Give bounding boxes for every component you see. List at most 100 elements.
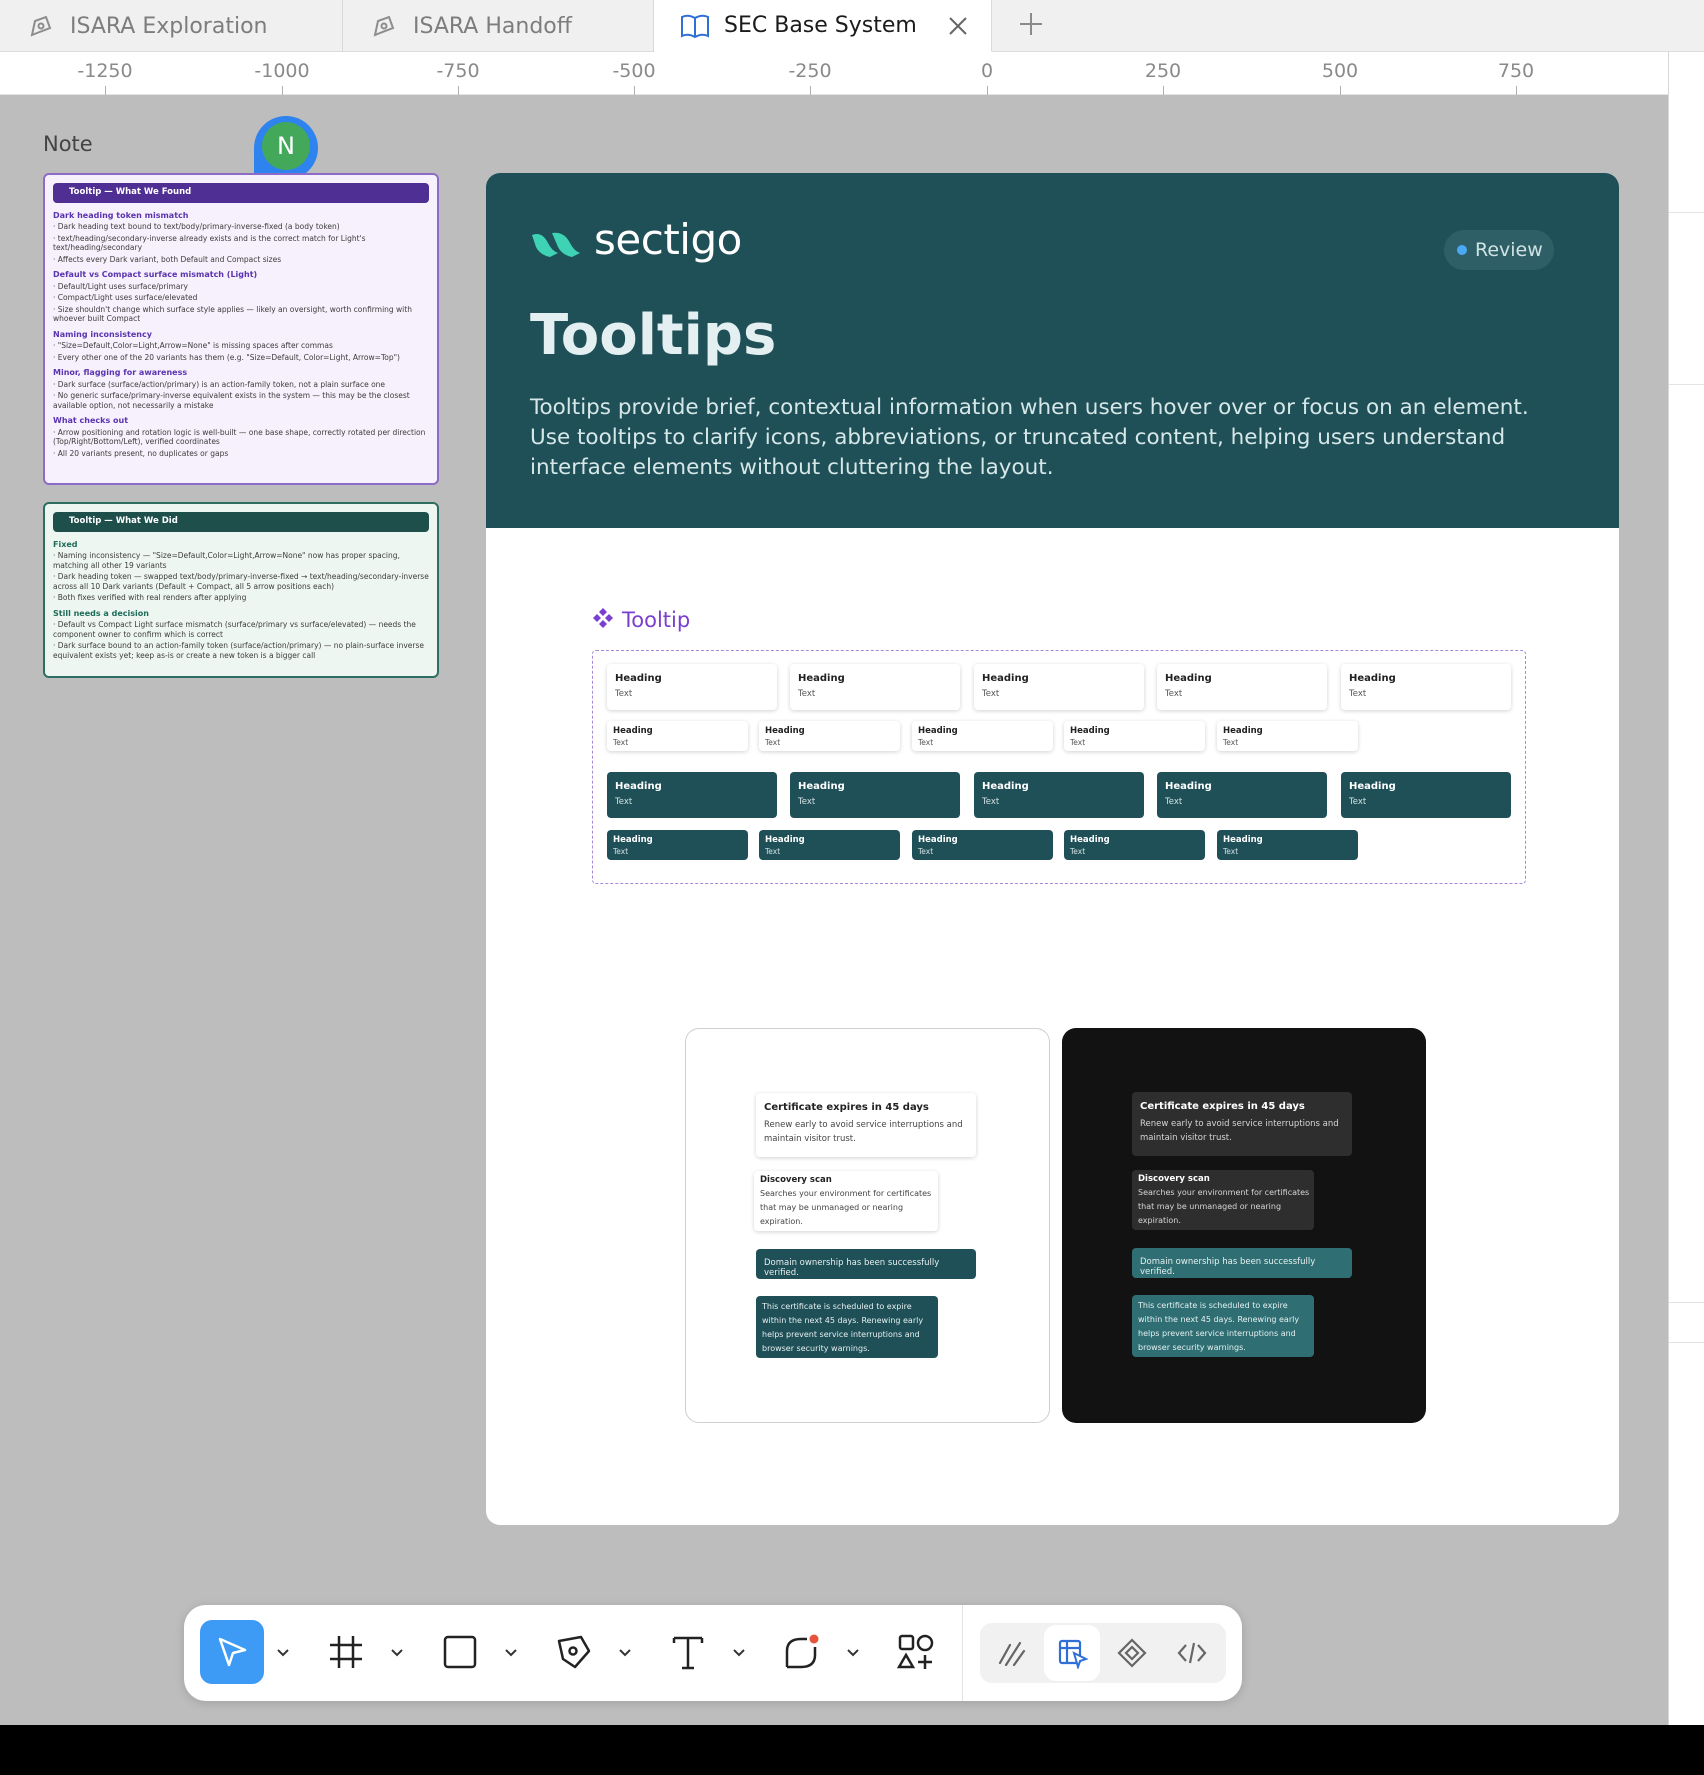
frame-tool-button[interactable] [314, 1620, 378, 1684]
tooltip-variant[interactable]: Heading Text [1341, 664, 1511, 710]
example-tooltip-schedule[interactable]: This certificate is scheduled to expire … [756, 1296, 938, 1358]
bottom-toolbar [184, 1605, 1242, 1701]
tooltip-variant-dark[interactable]: Heading Text [790, 772, 960, 818]
tab-sec-base-system[interactable]: SEC Base System [654, 0, 992, 52]
move-tool-button[interactable] [200, 1620, 264, 1684]
documentation-frame[interactable]: sectigo Review Tooltips Tooltips provide… [486, 173, 1619, 1525]
shape-tool-button[interactable] [770, 1620, 834, 1684]
tooltip-variant-compact[interactable]: Heading Text [912, 721, 1053, 751]
note-line: · Affects every Dark variant, both Defau… [53, 254, 282, 264]
brand-wordmark: sectigo [594, 215, 742, 264]
close-icon[interactable] [943, 11, 973, 41]
note-section-label: Note [43, 132, 93, 156]
tooltip-variant[interactable]: Heading Text [607, 664, 777, 710]
tooltip-text: Domain ownership has been successfully v… [1140, 1257, 1316, 1277]
rectangle-tool-button[interactable] [428, 1620, 492, 1684]
tooltip-heading: Certificate expires in 45 days [764, 1102, 929, 1113]
review-badge[interactable]: Review [1444, 230, 1554, 270]
tooltip-variant-dark[interactable]: Heading Text [974, 772, 1144, 818]
example-tooltip-discovery[interactable]: Discovery scan Searches your environment… [1132, 1170, 1314, 1230]
ruler-tick: -750 [436, 60, 480, 82]
note-line: · Compact/Light uses surface/elevated [53, 293, 198, 302]
chevron-down-icon[interactable] [390, 1645, 404, 1659]
tooltip-variant[interactable]: Heading Text [790, 664, 960, 710]
example-tooltip-schedule[interactable]: This certificate is scheduled to expire … [1132, 1295, 1314, 1357]
tooltip-variant-dark[interactable]: Heading Text [607, 772, 777, 818]
tooltip-variant-compact[interactable]: Heading Text [759, 721, 900, 751]
chevron-down-icon[interactable] [504, 1645, 518, 1659]
toolbar-divider [962, 1605, 963, 1701]
panel-divider [1669, 1342, 1704, 1343]
ruler-tick: -1250 [77, 60, 133, 82]
tooltip-text: Text [1349, 689, 1367, 699]
panel-divider [1669, 212, 1704, 213]
tooltip-heading: Heading [613, 726, 653, 736]
tooltip-text: Text [1070, 847, 1086, 856]
tooltip-variant-dark-compact[interactable]: Heading Text [1217, 830, 1358, 860]
components-tool-button[interactable] [884, 1620, 948, 1684]
tooltip-text: Searches your environment for certificat… [1138, 1188, 1310, 1225]
code-mode-button[interactable] [1164, 1625, 1220, 1681]
chevron-down-icon[interactable] [276, 1645, 290, 1659]
tooltip-heading: Discovery scan [1138, 1174, 1210, 1184]
shape-bubble-icon [785, 1634, 819, 1669]
tooltip-text: Text [918, 738, 934, 747]
tooltip-variant[interactable]: Heading Text [1157, 664, 1327, 710]
example-tooltip-certificate[interactable]: Certificate expires in 45 days Renew ear… [1132, 1092, 1352, 1156]
tooltip-text: Text [765, 738, 781, 747]
example-tooltip-discovery[interactable]: Discovery scan Searches your environment… [754, 1171, 938, 1231]
tooltip-text: Text [1070, 738, 1086, 747]
chevron-down-icon[interactable] [846, 1645, 860, 1659]
dark-example-panel: Certificate expires in 45 days Renew ear… [1062, 1028, 1426, 1423]
component-label[interactable]: Tooltip [592, 607, 690, 633]
tab-isara-exploration[interactable]: ISARA Exploration [0, 0, 343, 52]
chevron-down-icon[interactable] [618, 1645, 632, 1659]
tooltip-variant-dark-compact[interactable]: Heading Text [759, 830, 900, 860]
tab-isara-handoff[interactable]: ISARA Handoff [343, 0, 654, 52]
tab-bar: ISARA Exploration ISARA Handoff SEC Base… [0, 0, 1704, 52]
note-what-we-found[interactable]: Tooltip — What We Found Dark heading tok… [43, 173, 439, 485]
properties-panel[interactable] [1668, 52, 1704, 1725]
tooltip-variant-compact[interactable]: Heading Text [1217, 721, 1358, 751]
note-line: · Naming inconsistency — "Size=Default,C… [53, 551, 400, 570]
tooltip-text: Text [615, 797, 633, 807]
tooltip-text: Renew early to avoid service interruptio… [1140, 1119, 1339, 1143]
new-tab-plus-icon[interactable] [1016, 9, 1046, 39]
tooltip-text: Text [1349, 797, 1367, 807]
tooltip-variant-dark[interactable]: Heading Text [1341, 772, 1511, 818]
note-line: · Default/Light uses surface/primary [53, 281, 188, 291]
tooltip-variant-dark-compact[interactable]: Heading Text [1064, 830, 1205, 860]
tooltip-variant[interactable]: Heading Text [974, 664, 1144, 710]
dev-mode-button[interactable] [1044, 1625, 1100, 1681]
tooltip-text: Text [615, 689, 633, 699]
tooltip-variant-dark-compact[interactable]: Heading Text [607, 830, 748, 860]
chevron-down-icon[interactable] [732, 1645, 746, 1659]
tooltip-text: Text [1165, 797, 1183, 807]
ruler-mark [987, 86, 988, 95]
draw-mode-button[interactable] [984, 1625, 1040, 1681]
example-tooltip-domain[interactable]: Domain ownership has been successfully v… [1132, 1248, 1352, 1278]
tooltip-variant-compact[interactable]: Heading Text [607, 721, 748, 751]
pen-nib-icon [557, 1635, 591, 1669]
tooltip-heading: Heading [918, 835, 958, 845]
note-title: Tooltip — What We Did [53, 512, 429, 532]
note-line: · Every other one of the 20 variants has… [53, 352, 400, 362]
note-line: · "Size=Default,Color=Light,Arrow=None" … [53, 341, 333, 350]
tooltip-text: Text [1165, 689, 1183, 699]
tooltip-variant-dark[interactable]: Heading Text [1157, 772, 1327, 818]
note-heading: Still needs a decision [53, 608, 149, 618]
pen-tool-button[interactable] [542, 1620, 606, 1684]
note-what-we-did[interactable]: Tooltip — What We Did Fixed · Naming inc… [43, 502, 439, 678]
text-tool-button[interactable] [656, 1620, 720, 1684]
pen-nib-icon [369, 11, 399, 41]
example-tooltip-domain[interactable]: Domain ownership has been successfully v… [756, 1249, 976, 1279]
avatar-cursor[interactable]: N [254, 116, 318, 180]
note-line: · Arrow positioning and rotation logic i… [53, 427, 426, 447]
tooltip-variant-compact[interactable]: Heading Text [1064, 721, 1205, 751]
example-tooltip-certificate[interactable]: Certificate expires in 45 days Renew ear… [756, 1093, 976, 1157]
tooltip-heading: Heading [982, 673, 1029, 684]
component-mode-button[interactable] [1104, 1625, 1160, 1681]
note-heading: Naming inconsistency [53, 329, 152, 339]
tooltip-text: Text [1223, 738, 1239, 747]
tooltip-variant-dark-compact[interactable]: Heading Text [912, 830, 1053, 860]
